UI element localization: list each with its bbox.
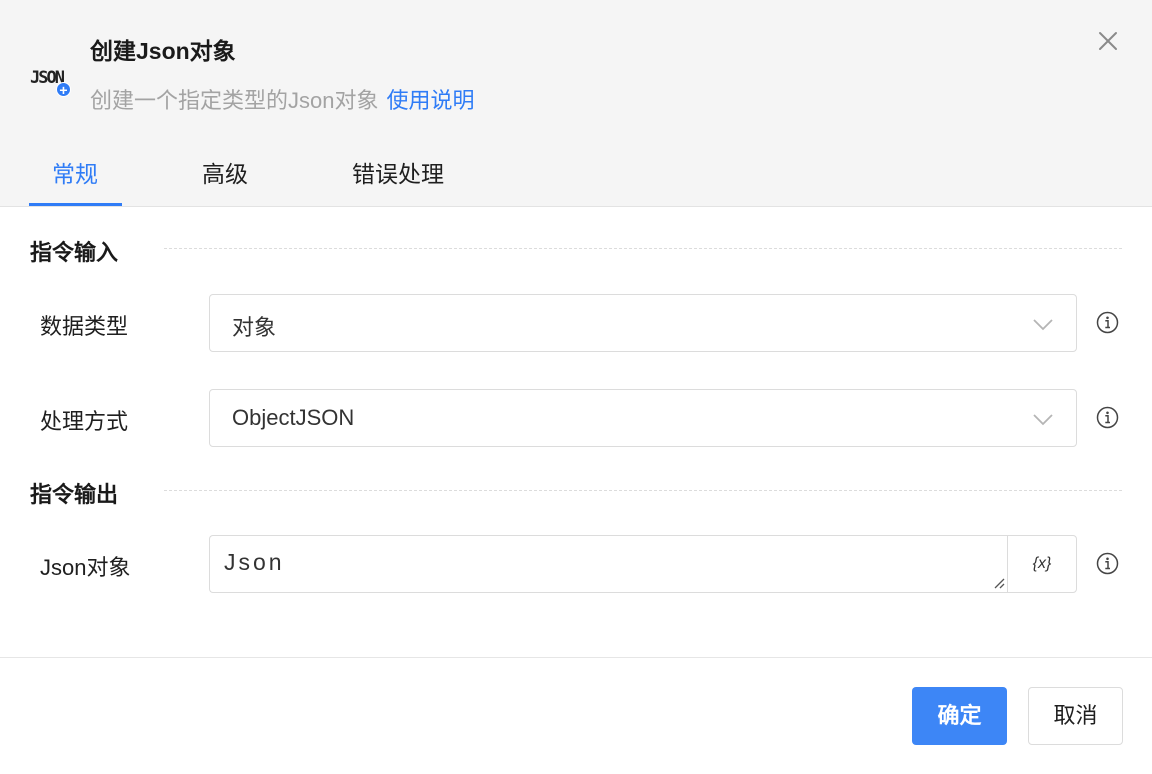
data-type-value: 对象 (232, 315, 277, 340)
footer-divider (0, 657, 1152, 658)
dialog-subtitle: 创建一个指定类型的Json对象 使用说明 (90, 83, 475, 115)
info-icon[interactable] (1096, 406, 1119, 429)
dialog-title: 创建Json对象 (90, 38, 236, 64)
info-icon[interactable] (1096, 552, 1119, 575)
json-object-input[interactable]: Json (209, 535, 1008, 593)
close-icon[interactable] (1094, 27, 1122, 55)
processing-mode-value: ObjectJSON (232, 405, 355, 430)
json-logo-icon: JSON + (30, 68, 74, 98)
field-label-processing-mode: 处理方式 (40, 409, 129, 434)
processing-mode-select[interactable]: ObjectJSON (209, 389, 1077, 447)
section-title-output: 指令输出 (30, 482, 119, 507)
help-link[interactable]: 使用说明 (386, 88, 474, 113)
plus-icon: + (56, 82, 71, 98)
data-type-select[interactable]: 对象 (209, 294, 1077, 352)
json-object-value: Json (224, 549, 285, 575)
section-divider (164, 490, 1122, 491)
confirm-button[interactable]: 确定 (912, 687, 1007, 745)
tab-advanced[interactable]: 高级 (202, 155, 248, 189)
active-tab-indicator (29, 203, 122, 206)
section-divider (164, 248, 1122, 249)
resize-handle-icon[interactable] (993, 577, 1005, 589)
section-title-input: 指令输入 (30, 240, 119, 265)
chevron-down-icon (1033, 319, 1053, 331)
info-icon[interactable] (1096, 311, 1119, 334)
chevron-down-icon (1033, 414, 1053, 426)
tab-general[interactable]: 常规 (52, 155, 98, 189)
field-label-json-object: Json对象 (40, 555, 131, 580)
cancel-button[interactable]: 取消 (1028, 687, 1123, 745)
dialog-header: JSON + 创建Json对象 创建一个指定类型的Json对象 使用说明 常规 高… (0, 0, 1152, 207)
insert-variable-button[interactable]: {x} (1007, 535, 1077, 593)
field-label-data-type: 数据类型 (40, 314, 129, 339)
tab-error-handling[interactable]: 错误处理 (352, 155, 444, 189)
subtitle-text: 创建一个指定类型的Json对象 (90, 88, 379, 113)
